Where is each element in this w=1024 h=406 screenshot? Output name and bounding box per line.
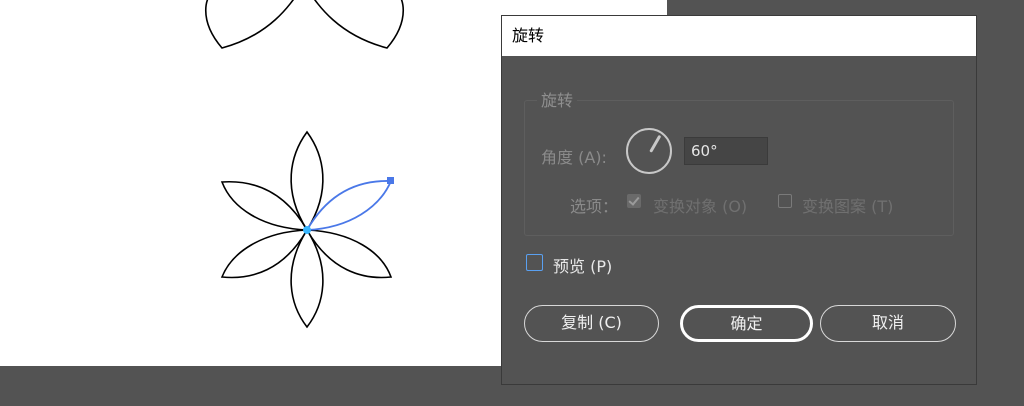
angle-input[interactable] bbox=[684, 137, 768, 165]
preview-checkbox[interactable] bbox=[526, 254, 543, 271]
cancel-button[interactable]: 取消 bbox=[820, 305, 956, 342]
angle-dial-needle-icon bbox=[649, 134, 662, 153]
rotate-dialog: 旋转 旋转 角度 (A): 选项： 变换对象 (O) 变换图案 (T) 预览 (… bbox=[501, 15, 977, 385]
dialog-title[interactable]: 旋转 bbox=[502, 16, 976, 56]
anchor-handle[interactable] bbox=[387, 177, 394, 184]
upper-petal-left bbox=[205, 0, 295, 49]
ok-button[interactable]: 确定 bbox=[680, 305, 813, 342]
transform-patterns-label: 变换图案 (T) bbox=[802, 197, 894, 216]
upper-petal-right bbox=[313, 0, 404, 49]
angle-dial[interactable] bbox=[626, 128, 672, 174]
group-legend: 旋转 bbox=[537, 91, 578, 111]
transform-patterns-checkbox[interactable] bbox=[778, 194, 792, 208]
preview-label[interactable]: 预览 (P) bbox=[553, 253, 612, 277]
angle-label: 角度 (A): bbox=[541, 148, 607, 167]
selected-petal[interactable] bbox=[305, 180, 393, 231]
transform-objects-checkbox[interactable] bbox=[627, 194, 641, 208]
options-label: 选项： bbox=[570, 197, 619, 216]
copy-button[interactable]: 复制 (C) bbox=[524, 305, 659, 342]
rotation-origin-point[interactable] bbox=[303, 226, 311, 234]
transform-objects-label: 变换对象 (O) bbox=[653, 197, 748, 216]
